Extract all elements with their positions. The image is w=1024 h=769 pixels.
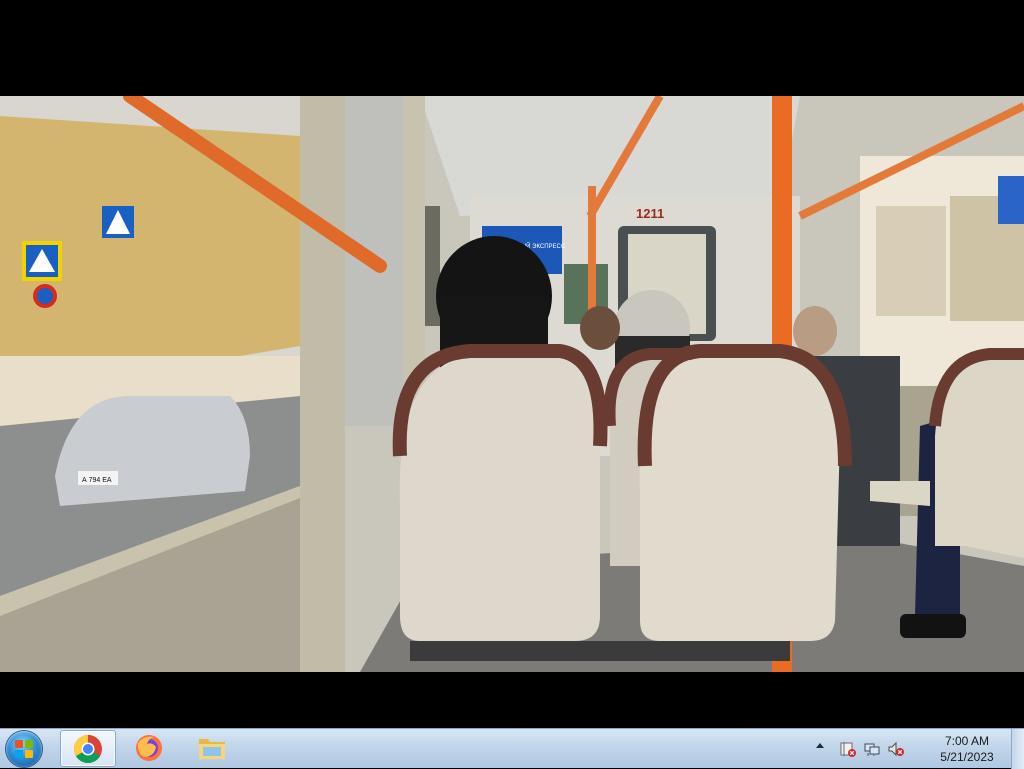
seat-back-2 <box>639 358 840 641</box>
seat-back-1 <box>399 356 601 641</box>
file-explorer-icon <box>199 739 225 759</box>
network-icon[interactable] <box>864 741 880 757</box>
svg-text:А 794 ЕА: А 794 ЕА <box>82 477 112 484</box>
video-frame: 1211 ВОСТОЧНЫЙ ЭКСПРЕСС А 794 ЕА <box>0 96 1024 672</box>
clock[interactable]: 7:00 AM 5/21/2023 <box>932 733 1002 765</box>
action-center-icon[interactable] <box>840 741 856 757</box>
windows-logo-icon <box>15 740 33 758</box>
firefox-icon <box>136 735 162 761</box>
tram-interior-scene: 1211 ВОСТОЧНЫЙ ЭКСПРЕСС А 794 ЕА <box>0 96 1024 672</box>
show-hidden-icons-icon[interactable] <box>816 743 824 748</box>
chrome-icon <box>74 735 102 763</box>
clock-time: 7:00 AM <box>944 734 990 748</box>
show-desktop-button[interactable] <box>1011 729 1024 769</box>
tram-number: 1211 <box>636 206 664 221</box>
taskbar: 7:00 AM 5/21/2023 <box>0 728 1024 769</box>
system-tray: 7:00 AM 5/21/2023 <box>816 729 1010 769</box>
taskbar-explorer-button[interactable] <box>184 730 240 767</box>
volume-muted-icon[interactable] <box>888 741 904 757</box>
start-button[interactable] <box>6 731 42 767</box>
taskbar-firefox-button[interactable] <box>122 730 178 767</box>
taskbar-chrome-button[interactable] <box>60 730 116 767</box>
clock-date: 5/21/2023 <box>940 750 994 764</box>
